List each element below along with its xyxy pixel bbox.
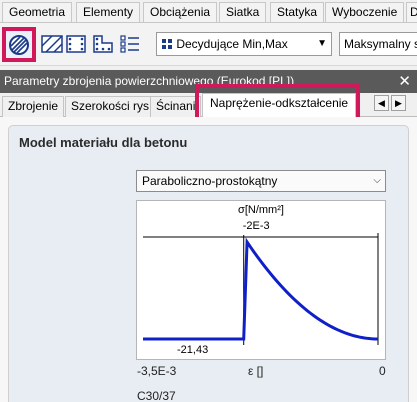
menu-tab-statyka[interactable]: Statyka [270,2,325,22]
result-combo-value: Maksymalny s [344,37,417,51]
shape-points-icon [93,35,113,53]
menu-tab-elementy[interactable]: Elementy [76,2,141,22]
result-combo[interactable]: Maksymalny s [339,32,417,56]
stress-strain-chart: σ[N/mm²] -2E-3 -21,43 [136,200,386,360]
shape-points-button[interactable] [89,30,117,58]
decisive-combo[interactable]: Decydujące Min,Max ▼ [156,32,332,56]
dotted-rect-button[interactable] [62,30,90,58]
chevron-down-icon: ⌵ [373,175,381,186]
list-settings-button[interactable] [116,30,144,58]
tab-scroll-right-button[interactable]: ▶ [391,95,406,111]
reinforcement-section-button[interactable] [2,27,36,62]
panel-title: Parametry zbrojenia powierzchniowego (Eu… [4,74,295,88]
main-menu-bar: Geometria Elementy Obciążenia Siatka Sta… [0,0,417,23]
menu-tab-geometria[interactable]: Geometria [2,2,73,22]
menu-tab-more[interactable]: D [406,2,417,22]
material-model-select[interactable]: Paraboliczno-prostokątny ⌵ [136,170,386,192]
hatched-rect-icon [41,35,63,53]
hatched-circle-icon [9,34,29,55]
x-axis-label: ε [] [248,364,264,378]
x-marker-label: -2E-3 [243,220,270,232]
section-title: Model materiału dla betonu [19,135,188,150]
panel-tabs: Zbrojenie Szerokości rys Ścinani Napręże… [0,93,417,118]
stress-strain-curve [143,237,379,341]
combo-icon [162,39,172,49]
y-axis-label: σ[N/mm²] [238,204,284,216]
list-icon [120,35,139,53]
tab-zbrojenie[interactable]: Zbrojenie [2,96,65,117]
y-min-label: -21,43 [177,344,208,356]
x-max-label: 0 [379,364,386,378]
material-model-value: Paraboliczno-prostokątny [142,174,278,188]
x-min-label: -3,5E-3 [137,364,177,378]
tab-scroll-left-button[interactable]: ◀ [374,95,389,111]
toolbar: Decydujące Min,Max ▼ Maksymalny s [0,23,417,66]
panel-title-bar: Parametry zbrojenia powierzchniowego (Eu… [0,70,417,93]
close-icon[interactable]: ✕ [398,70,411,93]
menu-tab-obciazenia[interactable]: Obciążenia [143,2,218,22]
menu-tab-wyboczenie[interactable]: Wyboczenie [325,2,405,22]
dotted-rect-icon [66,35,86,53]
tab-naprezenie-odksztalcenie[interactable]: Naprężenie-odkształcenie [202,93,357,118]
material-class-label: C30/37 [137,389,176,402]
concrete-model-group: Model materiału dla betonu Paraboliczno-… [8,125,409,402]
chevron-down-icon: ▼ [317,38,327,49]
panel-content: Model materiału dla betonu Paraboliczno-… [0,117,417,402]
tab-scinanie[interactable]: Ścinani [150,96,202,117]
tab-szerokosci-rys[interactable]: Szerokości rys [65,96,156,117]
menu-tab-siatka[interactable]: Siatka [219,2,267,22]
decisive-combo-value: Decydujące Min,Max [176,37,288,51]
chart-svg: σ[N/mm²] -2E-3 -21,43 [143,204,379,356]
